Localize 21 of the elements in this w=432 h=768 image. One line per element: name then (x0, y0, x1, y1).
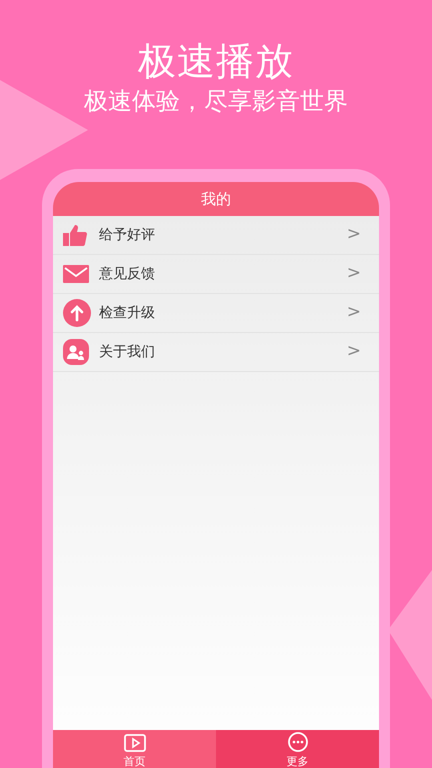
people-icon (63, 339, 89, 365)
menu-item[interactable]: 意见反馈 > (53, 255, 379, 294)
play-icon (124, 734, 146, 752)
menu-label: 给予好评 (99, 226, 156, 244)
headline: 极速播放 (138, 38, 294, 84)
more-icon (288, 732, 308, 752)
menu-item[interactable]: 关于我们 > (53, 333, 379, 372)
chevron: > (346, 301, 361, 324)
chevron: > (346, 262, 361, 286)
subheadline: 极速体验，尽享影音世界 (84, 86, 348, 116)
nav-tab[interactable]: 更多 (216, 730, 379, 768)
menu-label: 关于我们 (99, 342, 156, 362)
menu-label: 检查升级 (99, 304, 156, 322)
menu-item[interactable]: 给予好评 > (53, 216, 379, 255)
envelope-icon (63, 265, 89, 283)
menu-label: 意见反馈 (99, 264, 156, 284)
chevron: > (346, 340, 361, 364)
chevron: > (346, 223, 361, 246)
thumbs-up-icon (63, 224, 87, 246)
menu-item[interactable]: 检查升级 > (53, 294, 379, 333)
screen-header: 我的 (53, 182, 379, 216)
